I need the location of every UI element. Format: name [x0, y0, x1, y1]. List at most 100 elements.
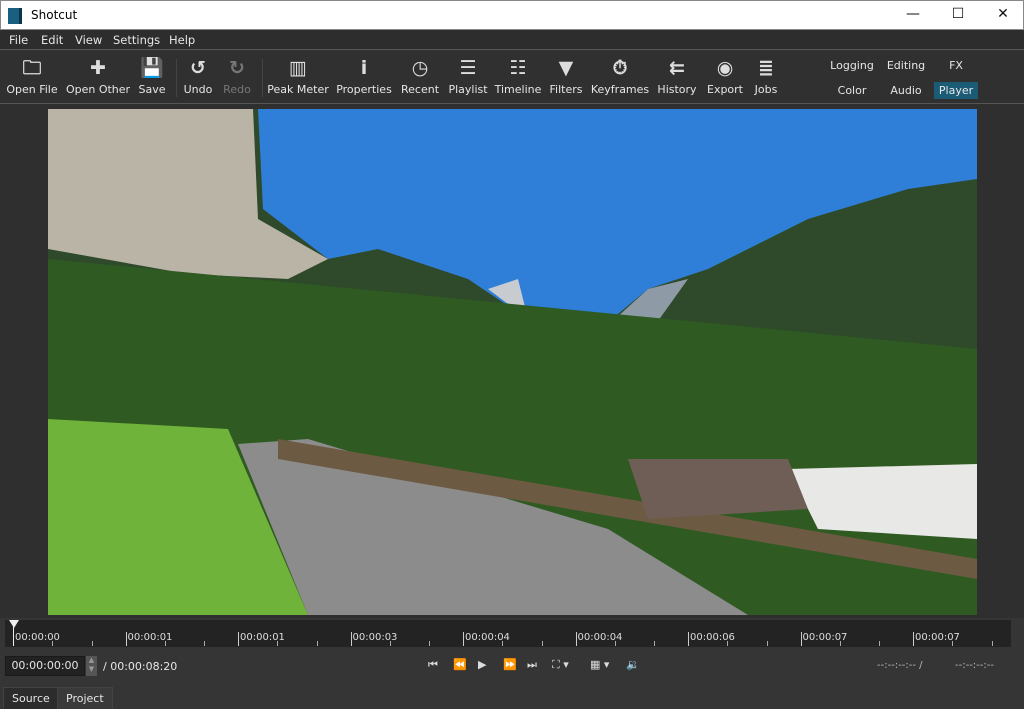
menu-bar: File Edit View Settings Help: [0, 30, 1024, 50]
volume-button[interactable]: 🔉: [626, 658, 640, 671]
skip-to-end-button[interactable]: ⏭: [527, 658, 537, 672]
filter-icon: ▼: [558, 57, 574, 79]
open-file-button[interactable]: 🗀 Open File: [6, 55, 57, 96]
minimize-button[interactable]: —: [903, 6, 923, 22]
save-button[interactable]: 💾 Save: [138, 55, 165, 96]
clock-icon: ◷: [411, 57, 429, 79]
ruler-tick: [991, 641, 993, 646]
database-icon: ≣: [758, 57, 774, 79]
jobs-button[interactable]: ≣ Jobs: [755, 55, 778, 96]
timeline-icon: ☷: [509, 57, 527, 79]
menu-view[interactable]: View: [75, 33, 102, 47]
layout-audio[interactable]: Audio: [885, 82, 926, 99]
toolbar-label: Timeline: [494, 83, 542, 96]
info-icon: i: [360, 57, 368, 79]
menu-file[interactable]: File: [9, 33, 28, 47]
toolbar-label: Recent: [400, 83, 440, 96]
menu-help[interactable]: Help: [169, 33, 195, 47]
ruler-tick: [879, 641, 881, 646]
keyframes-button[interactable]: ⏱ Keyframes: [591, 55, 649, 96]
ruler-tick: [91, 641, 93, 646]
filters-button[interactable]: ▼ Filters: [550, 55, 583, 96]
maximize-button[interactable]: ☐: [948, 6, 968, 22]
ruler-tick: [164, 641, 166, 646]
toolbar-label: History: [657, 83, 697, 96]
toolbar-label: Open File: [6, 83, 58, 96]
close-button[interactable]: ✕: [993, 6, 1013, 22]
timecode-spinner[interactable]: ▲ ▼: [86, 656, 97, 676]
folder-icon: 🗀: [22, 57, 42, 79]
menu-settings[interactable]: Settings: [113, 33, 160, 47]
disc-icon: ◉: [716, 57, 734, 79]
toolbar-label: Keyframes: [590, 83, 650, 96]
duration-label: / 00:00:08:20: [103, 660, 178, 673]
ruler-tick: [541, 641, 543, 646]
out-point-label: --:--:--:--: [955, 660, 994, 671]
timeline-ruler[interactable]: 00:00:00 00:00:01 00:00:01 00:00:03 00:00:04…: [5, 620, 1011, 647]
playhead-marker[interactable]: [9, 620, 19, 628]
toolbar-label: Jobs: [754, 83, 778, 96]
ruler-tick: [204, 641, 206, 646]
toolbar-label: Redo: [223, 83, 251, 96]
toolbar-label: Export: [706, 83, 744, 96]
toolbar-label: Open Other: [65, 83, 131, 96]
add-file-icon: ✚: [90, 57, 106, 79]
export-button[interactable]: ◉ Export: [707, 55, 743, 96]
title-bar: Shotcut — ☐ ✕: [0, 0, 1024, 30]
fast-forward-button[interactable]: ⏩: [503, 658, 517, 671]
peak-meter-button[interactable]: ▥ Peak Meter: [267, 55, 328, 96]
history-icon: ⇇: [669, 57, 685, 79]
layout-logging[interactable]: Logging: [825, 57, 879, 74]
toolbar-label: Peak Meter: [267, 83, 329, 96]
ruler-tick: [389, 641, 391, 646]
toolbar-label: Save: [138, 83, 166, 96]
play-button[interactable]: ▶: [478, 658, 486, 671]
in-point-label: --:--:--:-- /: [877, 660, 923, 671]
redo-icon: ↻: [229, 57, 245, 79]
video-preview[interactable]: [48, 109, 977, 615]
save-icon: 💾: [140, 57, 164, 79]
toolbar-label: Properties: [336, 83, 392, 96]
tab-source[interactable]: Source: [3, 687, 59, 709]
layout-fx[interactable]: FX: [944, 57, 968, 74]
properties-button[interactable]: i Properties: [336, 55, 392, 96]
shotcut-logo-icon: [8, 8, 22, 24]
layout-player[interactable]: Player: [933, 82, 979, 99]
timecode-field[interactable]: 00:00:00:00: [5, 656, 85, 676]
menu-edit[interactable]: Edit: [41, 33, 63, 47]
ruler-tick: [316, 641, 318, 646]
toolbar-label: Filters: [549, 83, 583, 96]
history-button[interactable]: ⇇ History: [657, 55, 696, 96]
toolbar-label: Undo: [183, 83, 213, 96]
ruler-tick: [654, 641, 656, 646]
undo-icon: ↺: [190, 57, 206, 79]
ruler-tick: [727, 641, 729, 646]
playlist-button[interactable]: ☰ Playlist: [448, 55, 487, 96]
peak-meter-icon: ▥: [289, 57, 307, 79]
zoom-button[interactable]: ⛶ ▾: [552, 658, 569, 672]
skip-to-start-button[interactable]: ⏮: [428, 658, 438, 672]
ruler-tick: [277, 641, 279, 646]
window-title: Shotcut: [31, 8, 78, 22]
stopwatch-icon: ⏱: [612, 57, 628, 79]
list-icon: ☰: [459, 57, 477, 79]
grid-button[interactable]: ▦ ▾: [590, 658, 609, 671]
ruler-tick: [839, 641, 841, 646]
toolbar-separator: [262, 59, 263, 97]
layout-editing[interactable]: Editing: [882, 57, 930, 74]
recent-button[interactable]: ◷ Recent: [401, 55, 439, 96]
timeline-button[interactable]: ☷ Timeline: [495, 55, 542, 96]
rewind-button[interactable]: ⏪: [453, 658, 467, 671]
ruler-tick: [52, 641, 54, 646]
tab-project[interactable]: Project: [57, 687, 113, 709]
ruler-tick: [614, 641, 616, 646]
redo-button[interactable]: ↻ Redo: [223, 55, 251, 96]
ruler-tick: [502, 641, 504, 646]
toolbar-separator: [176, 59, 177, 97]
toolbar-label: Playlist: [448, 83, 488, 96]
open-other-button[interactable]: ✚ Open Other: [66, 55, 130, 96]
ruler-tick: [429, 641, 431, 646]
layout-color[interactable]: Color: [833, 82, 872, 99]
undo-button[interactable]: ↺ Undo: [184, 55, 213, 96]
playhead-line: [13, 626, 14, 646]
